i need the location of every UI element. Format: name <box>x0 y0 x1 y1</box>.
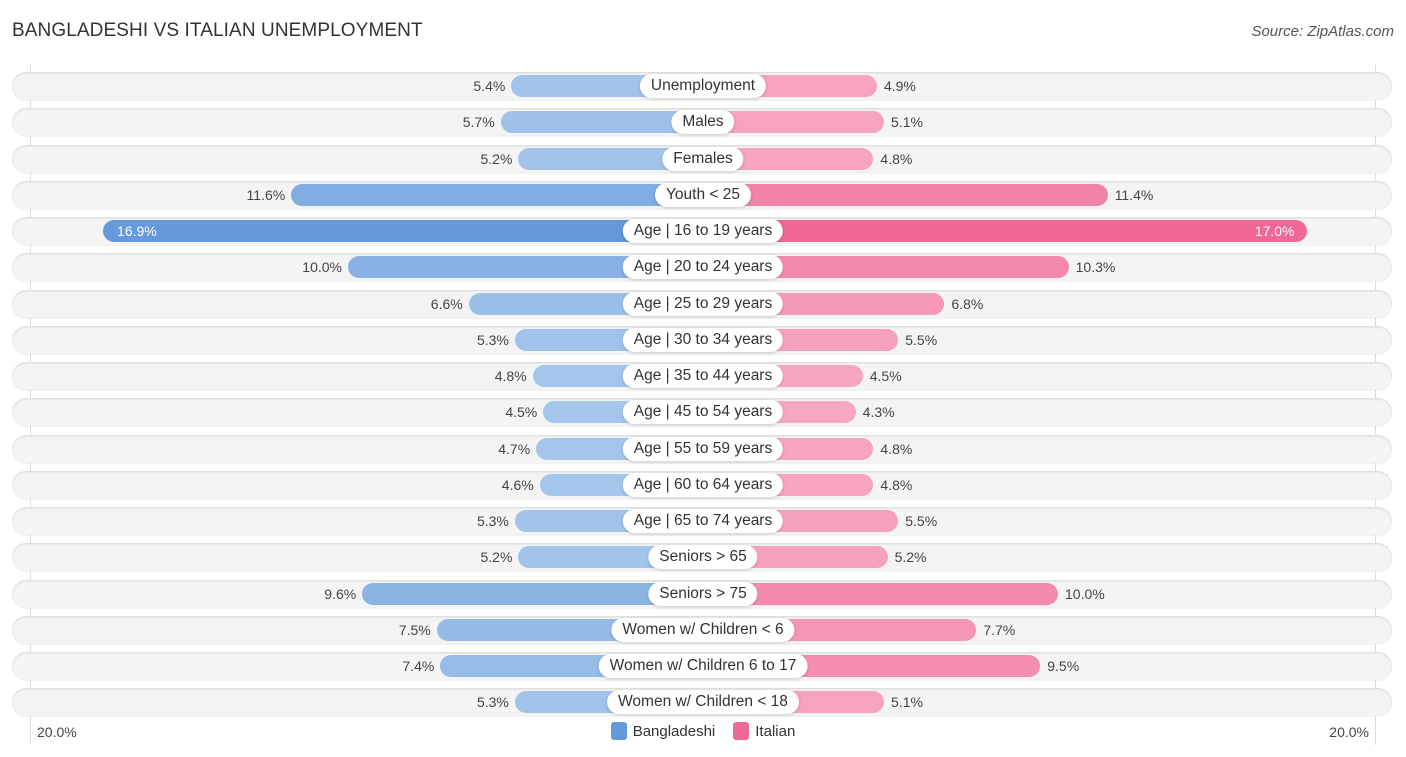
category-label: Women w/ Children 6 to 17 <box>598 654 808 678</box>
value-label-bangladeshi: 5.3% <box>476 694 509 711</box>
value-label-bangladeshi: 5.4% <box>473 78 506 94</box>
value-label-bangladeshi: 4.5% <box>505 404 538 421</box>
value-label-italian: 10.3% <box>1075 259 1116 276</box>
value-label-italian: 5.5% <box>905 331 938 348</box>
value-label-italian: 9.5% <box>1047 658 1080 674</box>
value-label-bangladeshi: 5.3% <box>476 513 509 529</box>
value-label-bangladeshi: 7.4% <box>402 658 435 674</box>
legend-label-bangladeshi: Bangladeshi <box>632 722 716 740</box>
category-label: Age | 60 to 64 years <box>622 472 784 497</box>
value-label-italian: 4.5% <box>869 368 902 384</box>
value-label-italian: 4.8% <box>880 440 913 457</box>
chart-rows: 5.4% 4.9% Unemployment 5.7% 5.1% Males 5.2% 4.8… <box>0 0 1406 757</box>
value-label-bangladeshi: 9.6% <box>324 585 357 602</box>
legend-item-bangladeshi[interactable]: Bangladeshi <box>610 722 716 740</box>
legend-item-italian[interactable]: Italian <box>733 722 795 740</box>
category-label: Age | 45 to 54 years <box>622 400 784 425</box>
value-label-bangladeshi: 4.8% <box>494 368 527 384</box>
value-label-italian: 6.8% <box>951 295 984 312</box>
category-label: Women w/ Children < 6 <box>611 617 795 642</box>
category-label: Age | 16 to 19 years <box>622 219 784 243</box>
bar-bangladeshi[interactable] <box>291 183 703 206</box>
category-label: Women w/ Children < 18 <box>607 690 799 715</box>
legend-label-italian: Italian <box>755 722 796 740</box>
legend: Bangladeshi Italian <box>0 722 1406 740</box>
value-label-bangladeshi: 5.7% <box>462 114 495 131</box>
category-label: Seniors > 65 <box>648 545 758 570</box>
legend-swatch-bangladeshi <box>610 722 627 740</box>
category-label: Youth < 25 <box>655 182 751 207</box>
bar-bangladeshi[interactable] <box>103 220 703 242</box>
value-label-italian: 11.4% <box>1114 186 1154 203</box>
category-label: Unemployment <box>639 74 767 98</box>
value-label-bangladeshi: 16.9% <box>117 223 157 239</box>
value-label-italian: 4.3% <box>862 404 895 421</box>
value-label-italian: 5.1% <box>891 114 923 131</box>
category-label: Age | 25 to 29 years <box>622 291 784 316</box>
value-label-bangladeshi: 4.6% <box>501 476 534 493</box>
category-label: Age | 30 to 34 years <box>622 327 784 352</box>
value-label-bangladeshi: 11.6% <box>246 186 286 203</box>
category-label: Age | 35 to 44 years <box>622 364 784 388</box>
value-label-italian: 4.8% <box>880 476 913 493</box>
value-label-italian: 7.7% <box>983 621 1016 638</box>
category-label: Males <box>671 110 735 135</box>
value-label-bangladeshi: 5.2% <box>480 150 513 167</box>
category-label: Age | 20 to 24 years <box>622 255 784 280</box>
value-label-bangladeshi: 10.0% <box>302 259 342 276</box>
bar-italian[interactable] <box>703 220 1307 242</box>
value-label-italian: 4.8% <box>880 150 913 167</box>
category-label: Age | 55 to 59 years <box>622 436 784 461</box>
bar-italian[interactable] <box>703 183 1108 206</box>
value-label-bangladeshi: 4.7% <box>498 440 531 457</box>
value-label-bangladeshi: 5.2% <box>480 549 513 566</box>
legend-swatch-italian <box>733 722 750 740</box>
value-label-bangladeshi: 5.3% <box>476 331 509 348</box>
value-label-italian: 4.9% <box>883 78 916 94</box>
value-label-italian: 5.2% <box>894 549 927 566</box>
category-label: Seniors > 75 <box>648 581 758 606</box>
category-label: Females <box>662 146 744 171</box>
value-label-italian: 5.1% <box>891 694 923 711</box>
value-label-bangladeshi: 6.6% <box>430 295 463 312</box>
value-label-bangladeshi: 7.5% <box>398 621 431 638</box>
value-label-italian: 5.5% <box>905 513 938 529</box>
value-label-italian: 17.0% <box>1254 223 1295 239</box>
category-label: Age | 65 to 74 years <box>622 509 784 533</box>
value-label-italian: 10.0% <box>1065 585 1105 602</box>
